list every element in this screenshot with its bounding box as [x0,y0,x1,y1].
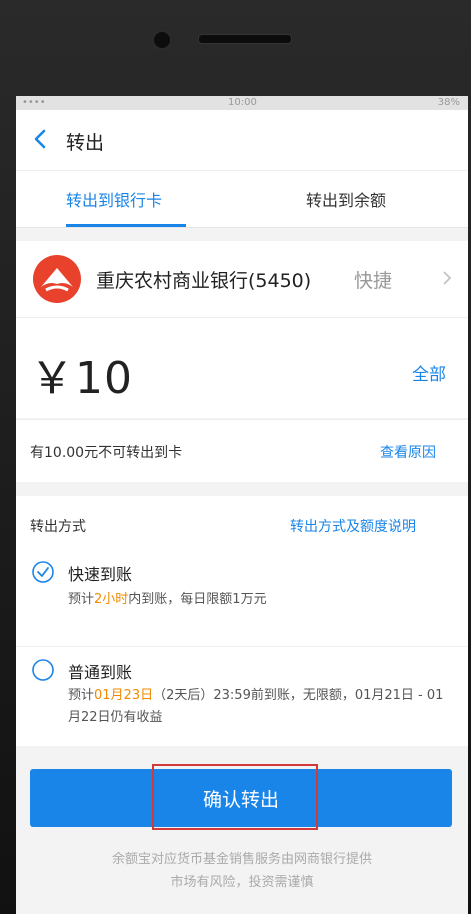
phone-screen: •••• 10:00 38% 转出 转出到银行卡 转出到余额 重庆农村商业银行(… [16,96,468,914]
nav-bar: 转出 [16,110,468,170]
chevron-right-icon [443,271,452,285]
check-circle-icon[interactable] [32,561,54,583]
non-transferable-note: 有10.00元不可转出到卡 [30,445,183,461]
tab-to-balance[interactable]: 转出到余额 [306,187,386,211]
earpiece-speaker [198,34,292,44]
carrier-signal: •••• [22,97,46,108]
amount-input[interactable]: ￥10 [30,342,133,406]
desc-highlight: 01月23日 [94,688,154,703]
bank-card-selector[interactable]: 重庆农村商业银行(5450) 快捷 [16,241,468,318]
radio-empty-icon[interactable] [32,659,54,681]
battery-level: 38% [437,97,460,108]
option-normal-arrival[interactable]: 普通到账 预计01月23日（2天后）23:59前到账，无限额，01月21日 - … [16,646,468,747]
page-title: 转出 [66,132,105,154]
desc-prefix: 预计 [68,688,95,703]
front-camera [152,30,172,50]
option-description: 预计2小时内到账，每日限额1万元 [68,589,454,611]
option-title: 快速到账 [68,565,133,584]
annotation-highlight-box [152,764,318,830]
all-amount-button[interactable]: 全部 [412,360,446,385]
chevron-left-icon[interactable] [30,128,52,150]
tab-bar: 转出到银行卡 转出到余额 [16,170,468,228]
method-limit-explanation-link[interactable]: 转出方式及额度说明 [290,516,416,536]
desc-prefix: 预计 [68,592,95,607]
option-title: 普通到账 [68,663,133,682]
desc-highlight: 2小时 [94,592,129,607]
option-description: 预计01月23日（2天后）23:59前到账，无限额，01月21日 - 01月22… [68,685,454,729]
view-reason-link[interactable]: 查看原因 [380,442,436,462]
status-time: 10:00 [228,97,257,108]
option-fast-arrival[interactable]: 快速到账 预计2小时内到账，每日限额1万元 [16,551,468,621]
transfer-method-label: 转出方式 [30,519,86,535]
bank-name: 重庆农村商业银行(5450) [96,270,312,292]
footer-disclaimer-line1: 余额宝对应货币基金销售服务由网商银行提供 [111,852,372,867]
transfer-method-section: 转出方式 转出方式及额度说明 快速到账 预计2小时内到账，每日限额1万元 普通到… [16,496,468,746]
bank-logo-icon [33,255,81,303]
status-bar: •••• 10:00 38% [16,96,468,110]
desc-suffix: 内到账，每日限额1万元 [128,592,267,607]
tab-to-bank-card[interactable]: 转出到银行卡 [66,187,162,211]
quick-pay-tag: 快捷 [354,270,393,292]
amount-row: ￥10 全部 [16,318,468,418]
active-tab-indicator [66,224,186,227]
footer-disclaimer-line2: 市场有风险，投资需谨慎 [170,875,314,890]
non-transferable-note-row: 有10.00元不可转出到卡 查看原因 [16,419,468,482]
